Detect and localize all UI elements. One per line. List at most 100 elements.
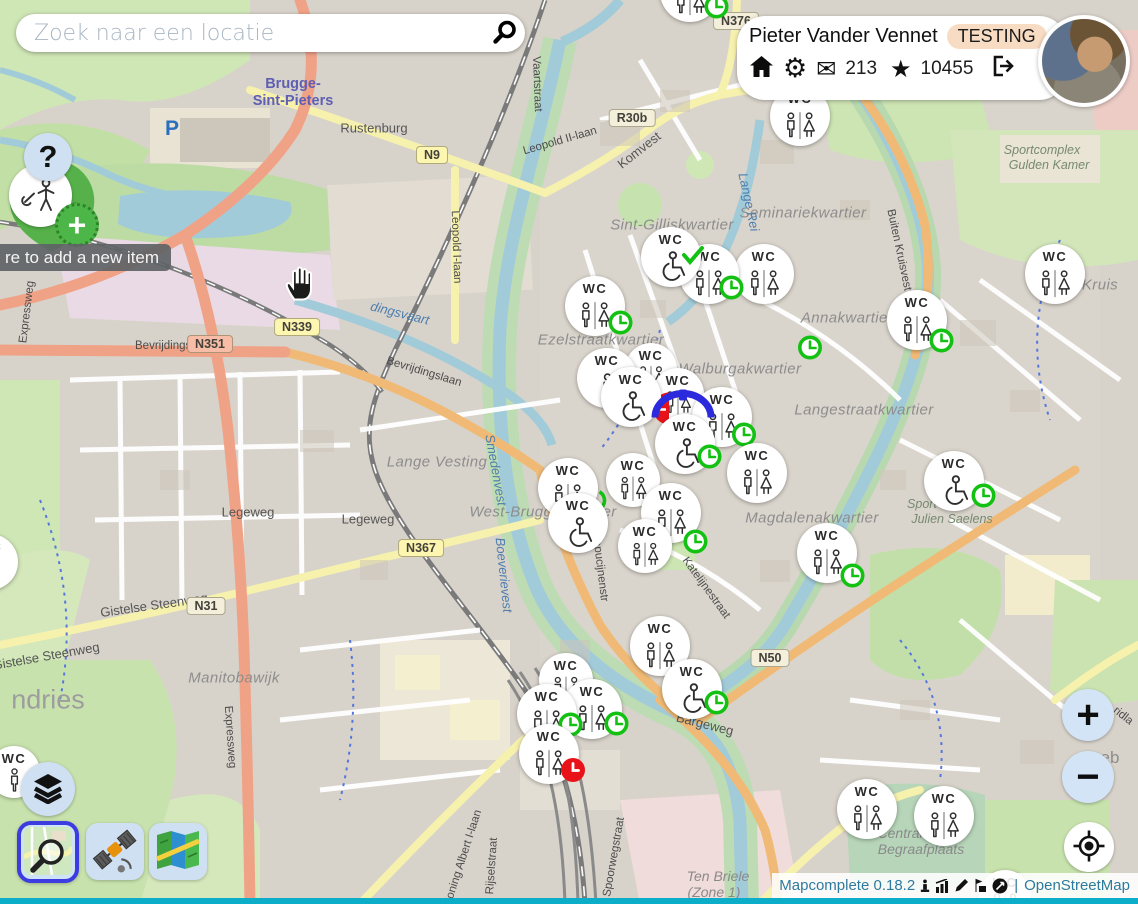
toilet-marker[interactable]: WC — [1025, 244, 1085, 304]
map-label: Smedenvest — [482, 433, 509, 507]
toilet-marker[interactable]: WC — [548, 493, 608, 553]
wc-label: WC — [556, 464, 581, 478]
toilet-marker[interactable]: WC — [797, 523, 857, 583]
toilet-marker[interactable]: WC — [618, 519, 672, 573]
flag-tower-icon[interactable] — [973, 878, 988, 893]
toilet-marker[interactable]: WC — [655, 414, 715, 474]
wc-label: WC — [595, 354, 620, 368]
settings-gear-icon[interactable]: ⚙ — [783, 55, 807, 82]
search-icon — [491, 18, 519, 49]
message-count[interactable]: 213 — [845, 58, 877, 80]
geolocate-button[interactable] — [1064, 822, 1114, 872]
map-label: Ten Briele — [687, 868, 750, 884]
bottom-accent-bar — [0, 898, 1138, 904]
duo-toilet-icon — [1035, 264, 1075, 304]
toilet-marker[interactable]: WC — [601, 367, 661, 427]
wc-label: WC — [942, 457, 967, 471]
toilet-marker[interactable]: WC — [887, 290, 947, 350]
edit-pencil-icon[interactable] — [954, 878, 969, 893]
zoom-out-button[interactable]: − — [1062, 751, 1114, 803]
toilet-marker[interactable]: WC — [924, 451, 984, 511]
search-input[interactable] — [16, 21, 485, 46]
basemap-mapstyle-button[interactable] — [149, 823, 207, 880]
user-avatar[interactable] — [1038, 15, 1130, 107]
duo-toilet-icon — [627, 541, 663, 571]
wheelchair-toilet-icon — [667, 434, 703, 474]
zoom-in-button[interactable]: + — [1062, 689, 1114, 741]
toilet-marker[interactable]: WC — [914, 786, 974, 846]
duo-toilet-icon — [780, 106, 820, 146]
map-label: Annakwartier — [801, 310, 893, 327]
duo-toilet-icon — [670, 0, 710, 22]
wc-label: WC — [745, 449, 770, 463]
statue-icon[interactable] — [919, 878, 931, 893]
wc-label: WC — [815, 529, 840, 543]
map-label: Expressweg — [222, 705, 238, 768]
help-button[interactable]: ? — [24, 133, 72, 181]
map-label: Boeverievest — [493, 537, 516, 613]
testing-badge: TESTING — [947, 24, 1047, 49]
wc-label: WC — [752, 250, 777, 264]
toilet-marker[interactable]: WC — [519, 724, 579, 784]
map-label: ridla — [1111, 705, 1136, 728]
wc-label: WC — [905, 296, 930, 310]
basemap-osm-button[interactable] — [17, 821, 79, 883]
wc-label: WC — [648, 622, 673, 636]
toilet-marker[interactable]: WC — [662, 659, 722, 719]
map-label: dingsvaart — [369, 298, 431, 327]
map-label: Langestraatkwartier — [794, 402, 933, 419]
messages-envelope-icon[interactable]: ✉ — [816, 57, 836, 81]
wc-label: WC — [2, 752, 27, 766]
map-label: Legeweg — [342, 512, 395, 527]
map-label: Rustenburg — [340, 121, 407, 136]
layers-button[interactable] — [21, 762, 75, 816]
road-ref-badge: N339 — [274, 318, 320, 336]
add-item-tooltip: re to add a new item — [0, 244, 171, 271]
road-ref-badge: N31 — [187, 597, 226, 615]
map-label: Rijselstraat — [484, 837, 500, 895]
toilet-marker[interactable]: WC — [837, 779, 897, 839]
wc-label: WC — [1043, 250, 1068, 264]
wc-label: WC — [666, 374, 691, 388]
map-label: Kruis — [1082, 277, 1118, 294]
basemap-satellite-button[interactable] — [86, 823, 144, 880]
road-ref-badge: N9 — [416, 146, 448, 164]
statistics-icon[interactable] — [935, 879, 950, 893]
search-bar — [16, 14, 525, 52]
add-new-item-button[interactable]: + — [55, 203, 99, 247]
toilet-marker[interactable]: WC — [565, 276, 625, 336]
wc-label: WC — [580, 685, 605, 699]
map-label: Gulden Kamer — [1009, 158, 1090, 172]
toilet-marker[interactable]: WC — [660, 0, 720, 22]
toilet-marker[interactable]: WC — [641, 227, 701, 287]
toilet-marker[interactable]: WC — [727, 443, 787, 503]
wc-label: WC — [537, 730, 562, 744]
wheelchair-toilet-icon — [613, 387, 649, 427]
logout-button[interactable] — [990, 54, 1015, 83]
single-toilet-icon — [6, 768, 23, 796]
star-count[interactable]: 10455 — [921, 58, 974, 80]
mapcomplete-version-link[interactable]: Mapcomplete 0.18.2 — [779, 877, 915, 894]
attribution-bar: Mapcomplete 0.18.2 | OpenStreetMap — [772, 873, 1138, 898]
search-button[interactable] — [485, 14, 525, 52]
duo-toilet-icon — [529, 744, 569, 784]
star-icon[interactable]: ★ — [890, 57, 912, 81]
openstreetmap-link[interactable]: OpenStreetMap — [1024, 877, 1130, 894]
map-label: Leopold II-laan — [522, 125, 598, 158]
road-ref-badge: R30b — [609, 109, 656, 127]
map-label: Komvest — [614, 129, 663, 172]
map-label: Seminariekwartier — [740, 205, 867, 222]
toilet-marker[interactable]: WC — [0, 534, 18, 590]
toilet-marker[interactable]: WC — [734, 244, 794, 304]
wheelchair-toilet-icon — [936, 471, 972, 511]
map-label: P — [165, 117, 179, 141]
home-icon — [749, 55, 774, 83]
wc-label: WC — [554, 659, 579, 673]
map-label: Lange Vesting — [387, 454, 488, 471]
home-button[interactable] — [749, 55, 774, 83]
duo-toilet-icon — [847, 799, 887, 839]
wc-label: WC — [0, 540, 2, 554]
map-label: Legeweg — [222, 505, 275, 520]
duo-toilet-icon — [807, 543, 847, 583]
osm-community-icon[interactable] — [992, 878, 1008, 894]
